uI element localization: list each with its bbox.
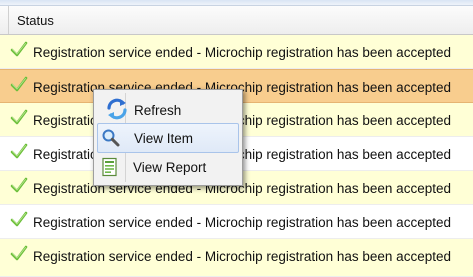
menu-item-refresh[interactable]: Refresh (97, 92, 239, 122)
menu-item-label: View Item (134, 131, 194, 146)
check-icon (10, 41, 28, 57)
header-top-strip (0, 0, 473, 6)
menu-item-view-report[interactable]: View Report (97, 153, 239, 183)
report-icon (102, 157, 117, 177)
check-icon (10, 76, 28, 92)
menu-item-label: View Report (133, 160, 207, 175)
column-divider[interactable] (8, 6, 9, 34)
context-menu: Refresh View Item View Report (93, 89, 243, 186)
check-icon (10, 109, 28, 125)
check-icon (10, 245, 28, 261)
check-icon (10, 177, 28, 193)
table-row[interactable]: Registration service ended - Microchip r… (0, 239, 473, 277)
menu-item-label: Refresh (134, 103, 182, 118)
check-icon (10, 143, 28, 159)
row-status-text: Registration service ended - Microchip r… (33, 249, 451, 264)
table-row[interactable]: Registration service ended - Microchip r… (0, 35, 473, 69)
column-header-status[interactable]: Status (17, 13, 54, 28)
row-status-text: Registration service ended - Microchip r… (33, 215, 451, 230)
row-status-text: Registration service ended - Microchip r… (33, 45, 451, 60)
refresh-icon (107, 98, 127, 120)
grid-header: Status (0, 0, 473, 35)
check-icon (10, 211, 28, 227)
magnifier-icon (102, 129, 120, 147)
menu-item-view-item[interactable]: View Item (97, 123, 239, 153)
table-row[interactable]: Registration service ended - Microchip r… (0, 205, 473, 239)
